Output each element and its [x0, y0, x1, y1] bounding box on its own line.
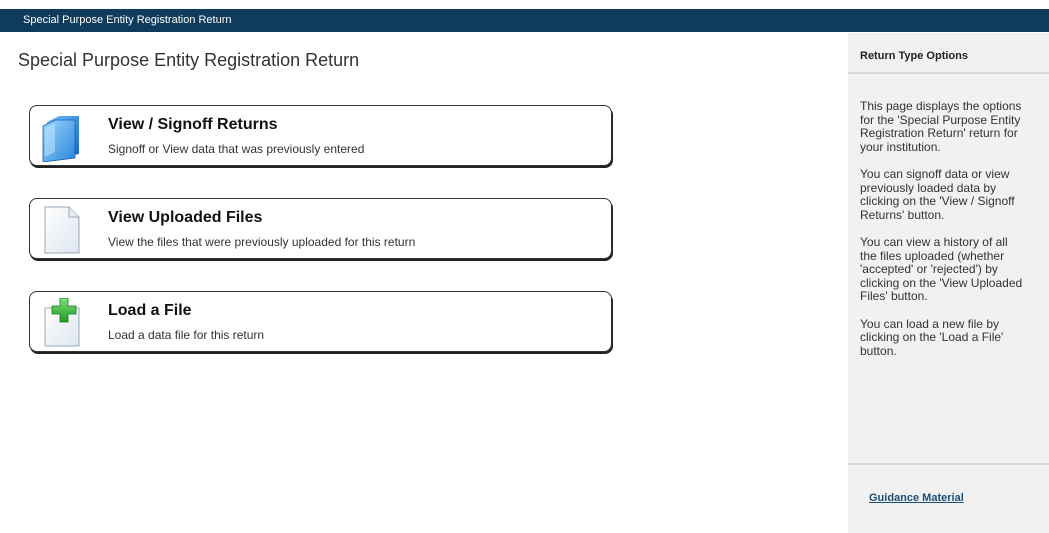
sidebar-divider — [848, 463, 1049, 465]
sidebar-help-text: This page displays the options for the '… — [860, 99, 1049, 372]
view-uploaded-files-button[interactable]: View Uploaded Files View the files that … — [29, 198, 612, 259]
help-paragraph: This page displays the options for the '… — [860, 99, 1022, 154]
help-sidebar: Return Type Options This page displays t… — [848, 33, 1049, 533]
page: Special Purpose Entity Registration Retu… — [0, 0, 1049, 533]
page-title: Special Purpose Entity Registration Retu… — [18, 50, 360, 70]
view-signoff-returns-button[interactable]: View / Signoff Returns Signoff or View d… — [29, 105, 612, 166]
option-description: Load a data file for this return — [108, 328, 265, 342]
title-bar-text: Special Purpose Entity Registration Retu… — [23, 14, 232, 26]
sidebar-heading: Return Type Options — [848, 33, 1049, 74]
option-title: Load a File — [108, 302, 192, 319]
option-description: View the files that were previously uplo… — [108, 235, 416, 249]
document-icon — [41, 205, 83, 255]
folder-icon — [41, 112, 83, 163]
add-file-icon — [41, 297, 83, 348]
load-a-file-button[interactable]: Load a File Load a data file for this re… — [29, 291, 612, 352]
help-paragraph: You can signoff data or view previously … — [860, 167, 1015, 222]
help-paragraph: You can view a history of all the files … — [860, 235, 1023, 303]
option-description: Signoff or View data that was previously… — [108, 142, 365, 156]
title-bar: Special Purpose Entity Registration Retu… — [0, 9, 1049, 32]
top-strip — [0, 0, 1049, 9]
option-title: View Uploaded Files — [108, 209, 263, 226]
option-title: View / Signoff Returns — [108, 116, 278, 133]
guidance-material-link[interactable]: Guidance Material — [869, 492, 964, 504]
help-paragraph: You can load a new file by clicking on t… — [860, 316, 1004, 358]
